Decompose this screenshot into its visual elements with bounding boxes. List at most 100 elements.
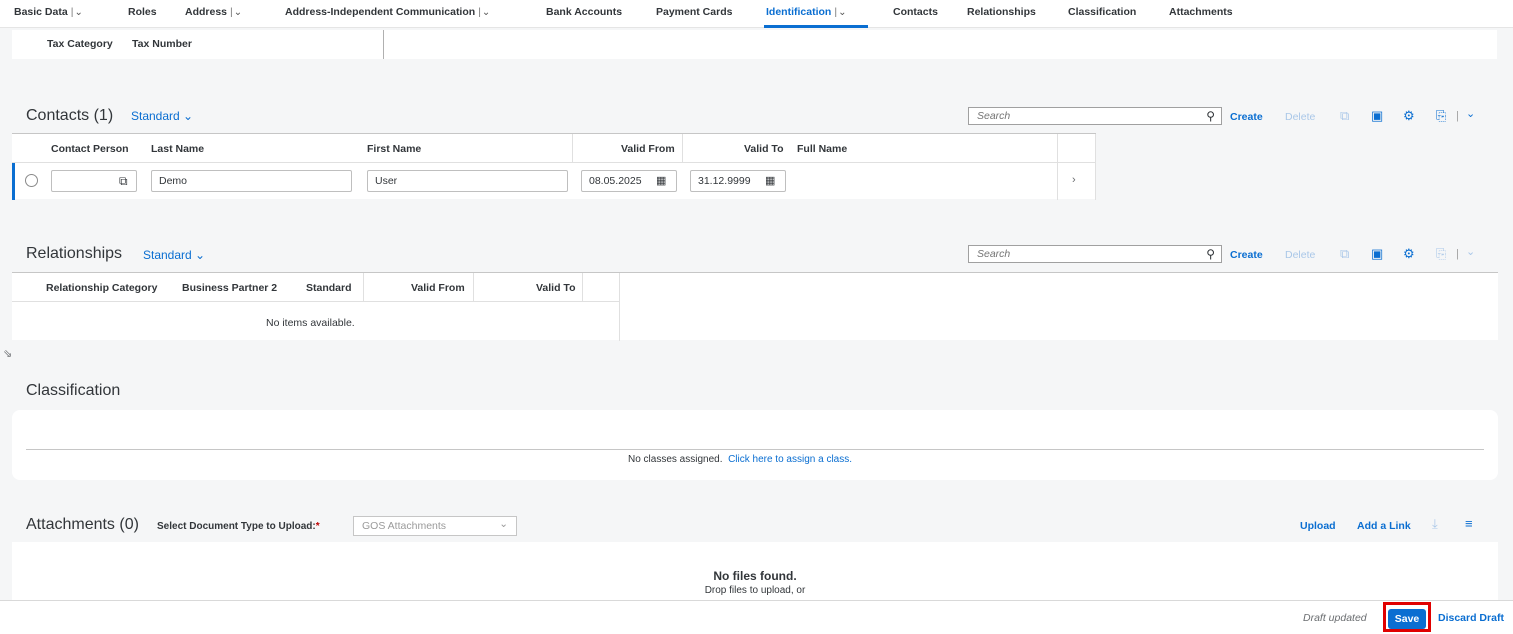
relationships-search-input[interactable] — [969, 246, 1189, 262]
tab-basic-data[interactable]: Basic Data |⌄ — [14, 6, 83, 18]
tab-relationships[interactable]: Relationships — [967, 6, 1036, 18]
classification-panel: No classes assigned. Click here to assig… — [12, 410, 1498, 480]
row-selection-indicator — [12, 163, 15, 200]
tab-classification[interactable]: Classification — [1068, 6, 1136, 18]
no-classes-text: No classes assigned. — [628, 454, 723, 465]
relationships-variant-selector[interactable]: Standard ⌄ — [143, 248, 205, 262]
column-header-business-partner-2[interactable]: Business Partner 2 — [182, 282, 277, 294]
column-divider — [572, 134, 573, 162]
sort-icon[interactable]: ≡ — [1465, 516, 1473, 531]
chevron-down-icon[interactable]: ⌄ — [234, 7, 242, 18]
tax-numbers-table: Tax Category Tax Number — [12, 30, 1497, 59]
no-files-title: No files found. — [713, 569, 797, 583]
attachments-panel: No files found. Drop files to upload, or — [12, 542, 1498, 602]
contacts-create-button[interactable]: Create — [1230, 111, 1263, 123]
active-tab-indicator — [764, 25, 868, 28]
row-navigation-arrow-icon[interactable]: › — [1072, 174, 1076, 186]
settings-gear-icon[interactable]: ⚙ — [1403, 246, 1415, 262]
document-type-select[interactable]: GOS Attachments ⌄ — [353, 516, 517, 536]
column-header-valid-from[interactable]: Valid From — [621, 143, 675, 155]
calendar-icon[interactable]: ▦ — [656, 174, 666, 187]
column-header-valid-from[interactable]: Valid From — [411, 282, 465, 294]
download-icon[interactable]: ⤓ — [1432, 516, 1438, 532]
object-page-tab-bar: Basic Data |⌄ Roles Address |⌄ Address-Ind… — [0, 0, 1513, 28]
column-header-contact-person[interactable]: Contact Person — [51, 143, 129, 155]
tab-identification[interactable]: Identification |⌄ — [766, 6, 846, 18]
tab-contacts[interactable]: Contacts — [893, 6, 938, 18]
document-type-label: Select Document Type to Upload:* — [157, 521, 320, 532]
chevron-down-icon[interactable]: ⌄ — [482, 7, 490, 18]
chevron-down-icon[interactable]: ⌄ — [1466, 245, 1475, 258]
draft-status-text: Draft updated — [1303, 612, 1367, 624]
contacts-delete-button[interactable]: Delete — [1285, 111, 1315, 123]
chevron-down-icon[interactable]: ⌄ — [74, 7, 82, 18]
settings-gear-icon[interactable]: ⚙ — [1403, 108, 1415, 124]
table-row[interactable]: ⧉ Demo User 08.05.2025 ▦ 31.12.9999 ▦ › — [12, 163, 1096, 200]
contacts-table: Contact Person Last Name First Name Vali… — [12, 133, 1096, 200]
column-header-tax-category[interactable]: Tax Category — [47, 38, 113, 50]
column-divider — [582, 273, 583, 301]
column-divider — [363, 273, 364, 301]
last-name-input[interactable]: Demo — [151, 170, 352, 192]
column-divider — [383, 30, 384, 59]
paste-icon[interactable]: ▣ — [1371, 246, 1383, 262]
chevron-down-icon[interactable]: ⌄ — [1466, 107, 1475, 120]
relationships-search-field[interactable]: ⚲ — [968, 245, 1222, 263]
upload-button[interactable]: Upload — [1300, 520, 1336, 532]
search-icon[interactable]: ⚲ — [1206, 109, 1215, 123]
value-help-icon[interactable]: ⧉ — [119, 174, 128, 189]
tab-roles[interactable]: Roles — [128, 6, 157, 18]
chevron-down-icon: ⌄ — [499, 518, 508, 530]
column-header-last-name[interactable]: Last Name — [151, 143, 204, 155]
first-name-input[interactable]: User — [367, 170, 568, 192]
column-divider — [473, 273, 474, 301]
column-header-relationship-category[interactable]: Relationship Category — [46, 282, 157, 294]
classification-title: Classification — [26, 382, 121, 399]
assign-class-link[interactable]: Click here to assign a class. — [728, 454, 852, 465]
chevron-down-icon: ⌄ — [183, 109, 194, 123]
column-header-valid-to[interactable]: Valid To — [744, 143, 783, 155]
row-divider — [12, 301, 619, 302]
column-header-first-name[interactable]: First Name — [367, 143, 421, 155]
relationships-table: Relationship Category Business Partner 2… — [12, 272, 1498, 341]
drag-handle-icon[interactable]: ⇘ — [3, 347, 12, 360]
contacts-variant-selector[interactable]: Standard ⌄ — [131, 109, 193, 123]
footer-toolbar: Draft updated Save Discard Draft — [0, 600, 1513, 634]
column-header-valid-to[interactable]: Valid To — [536, 282, 575, 294]
tab-address-independent-communication[interactable]: Address-Independent Communication |⌄ — [285, 6, 490, 18]
copy-icon[interactable]: ⧉ — [1340, 246, 1349, 262]
chevron-down-icon[interactable]: ⌄ — [838, 7, 846, 18]
tab-attachments[interactable]: Attachments — [1169, 6, 1233, 18]
column-divider — [619, 273, 620, 341]
contacts-search-field[interactable]: ⚲ — [968, 107, 1222, 125]
search-icon[interactable]: ⚲ — [1206, 247, 1215, 261]
relationships-delete-button[interactable]: Delete — [1285, 249, 1315, 261]
no-items-text: No items available. — [266, 317, 355, 329]
divider — [26, 449, 1484, 450]
column-header-full-name[interactable]: Full Name — [797, 143, 847, 155]
add-link-button[interactable]: Add a Link — [1357, 520, 1411, 532]
contacts-title: Contacts (1) — [26, 107, 114, 124]
tab-address[interactable]: Address |⌄ — [185, 6, 242, 18]
chevron-down-icon: ⌄ — [195, 248, 206, 262]
relationships-title: Relationships — [26, 245, 123, 262]
export-icon[interactable]: ⎘ — [1436, 246, 1446, 262]
copy-icon[interactable]: ⧉ — [1340, 108, 1349, 124]
toolbar-separator: | — [1456, 110, 1459, 122]
row-select-radio[interactable] — [25, 174, 38, 187]
column-divider — [682, 134, 683, 162]
column-header-tax-number[interactable]: Tax Number — [132, 38, 192, 50]
tab-payment-cards[interactable]: Payment Cards — [656, 6, 732, 18]
tab-bank-accounts[interactable]: Bank Accounts — [546, 6, 622, 18]
column-header-standard[interactable]: Standard — [306, 282, 352, 294]
paste-icon[interactable]: ▣ — [1371, 108, 1383, 124]
calendar-icon[interactable]: ▦ — [765, 174, 775, 187]
save-button[interactable]: Save — [1388, 609, 1426, 629]
relationships-create-button[interactable]: Create — [1230, 249, 1263, 261]
toolbar-separator: | — [1456, 248, 1459, 260]
drop-files-hint: Drop files to upload, or — [704, 585, 806, 596]
contacts-search-input[interactable] — [969, 108, 1189, 124]
attachments-title: Attachments (0) — [26, 516, 139, 533]
discard-draft-button[interactable]: Discard Draft — [1438, 612, 1504, 624]
export-icon[interactable]: ⎘ — [1436, 108, 1446, 124]
